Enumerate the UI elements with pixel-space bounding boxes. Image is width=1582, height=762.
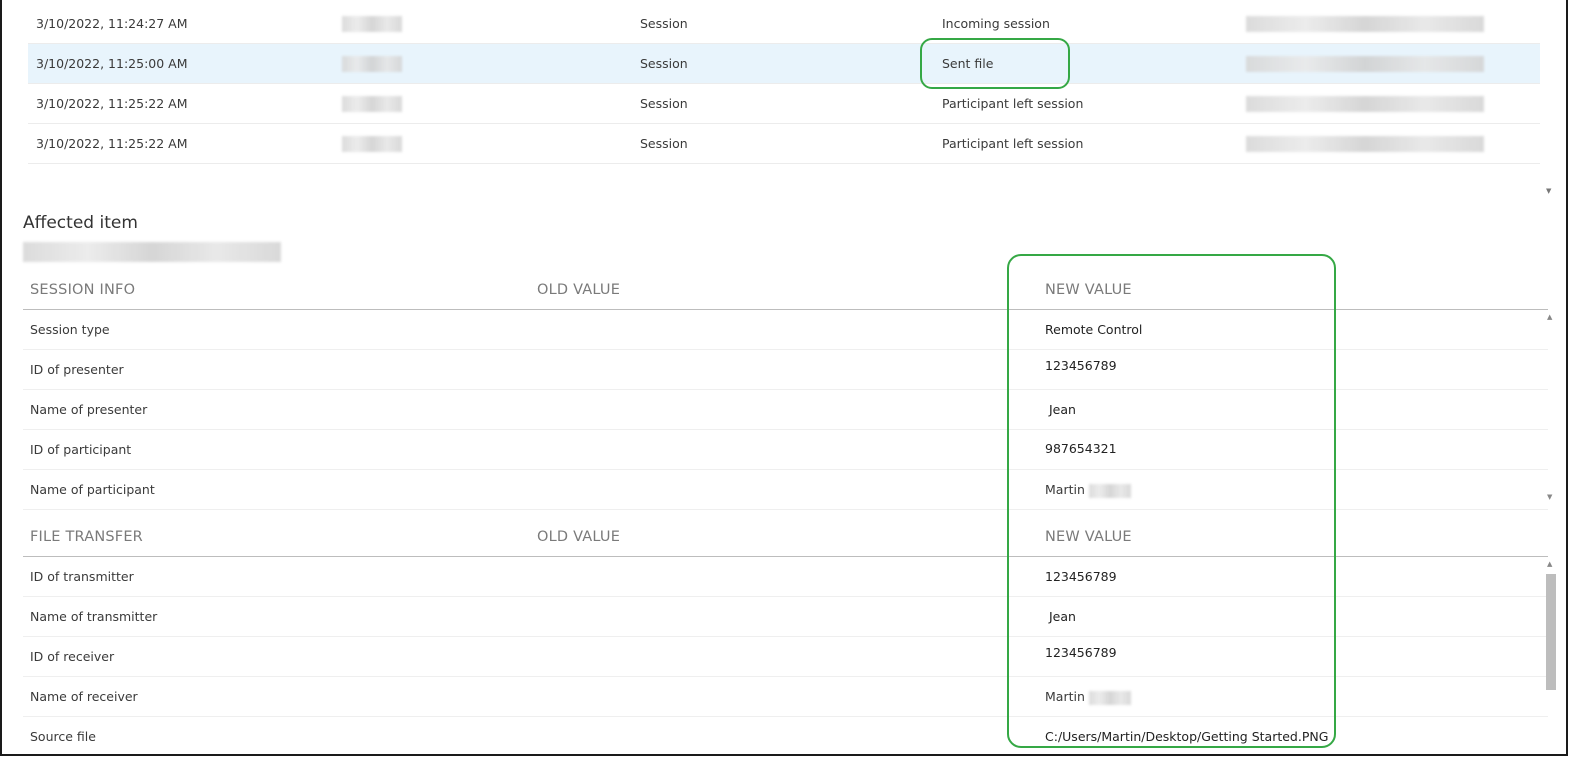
column-header-file-transfer: FILE TRANSFER bbox=[30, 529, 143, 545]
scrollbar-thumb[interactable] bbox=[1546, 574, 1556, 690]
row-key: ID of receiver bbox=[30, 649, 115, 664]
row-key: ID of participant bbox=[30, 442, 132, 457]
event-date: 3/10/2022, 11:24:27 AM bbox=[36, 16, 188, 31]
redacted-details bbox=[1246, 96, 1484, 112]
event-date: 3/10/2022, 11:25:22 AM bbox=[36, 96, 188, 111]
row-key: Session type bbox=[30, 322, 110, 337]
row-key: Name of participant bbox=[30, 482, 155, 497]
row-key: Name of receiver bbox=[30, 689, 138, 704]
highlight-new-values bbox=[1007, 254, 1336, 748]
event-row[interactable]: 3/10/2022, 11:25:22 AM Session Participa… bbox=[28, 84, 1540, 124]
row-key: ID of transmitter bbox=[30, 569, 134, 584]
event-category: Session bbox=[640, 16, 688, 31]
column-header-old-value: OLD VALUE bbox=[537, 529, 621, 545]
event-action: Participant left session bbox=[942, 96, 1084, 111]
row-key: ID of presenter bbox=[30, 362, 124, 377]
redacted-details bbox=[1246, 56, 1484, 72]
event-row[interactable]: 3/10/2022, 11:24:27 AM Session Incoming … bbox=[28, 4, 1540, 44]
redacted-user bbox=[342, 16, 402, 32]
session-info-scrollbar[interactable] bbox=[1545, 310, 1557, 505]
event-category: Session bbox=[640, 96, 688, 111]
column-header-session-info: SESSION INFO bbox=[30, 282, 136, 298]
event-row[interactable]: 3/10/2022, 11:25:22 AM Session Participa… bbox=[28, 124, 1540, 164]
row-key: Name of presenter bbox=[30, 402, 148, 417]
event-row-selected[interactable]: 3/10/2022, 11:25:00 AM Session Sent file bbox=[28, 44, 1540, 84]
column-header-old-value: OLD VALUE bbox=[537, 282, 621, 298]
event-date: 3/10/2022, 11:25:22 AM bbox=[36, 136, 188, 151]
redacted-item-id bbox=[23, 242, 281, 262]
scroll-up-arrow-icon[interactable]: ▲ bbox=[1547, 560, 1552, 568]
scroll-down-arrow-icon[interactable]: ▼ bbox=[1547, 493, 1552, 501]
redacted-details bbox=[1246, 136, 1484, 152]
event-date: 3/10/2022, 11:25:00 AM bbox=[36, 56, 188, 71]
audit-log-window: 3/10/2022, 11:24:27 AM Session Incoming … bbox=[0, 0, 1568, 756]
redacted-user bbox=[342, 136, 402, 152]
highlight-sent-file bbox=[920, 38, 1070, 89]
event-action: Participant left session bbox=[942, 136, 1084, 151]
affected-item-title: Affected item bbox=[23, 213, 138, 233]
row-key: Name of transmitter bbox=[30, 609, 158, 624]
scroll-up-arrow-icon[interactable]: ▲ bbox=[1547, 313, 1552, 321]
redacted-user bbox=[342, 96, 402, 112]
redacted-details bbox=[1246, 16, 1484, 32]
row-key: Source file bbox=[30, 729, 96, 744]
event-category: Session bbox=[640, 136, 688, 151]
scroll-down-arrow-icon[interactable]: ▼ bbox=[1546, 187, 1551, 195]
event-category: Session bbox=[640, 56, 688, 71]
event-table: 3/10/2022, 11:24:27 AM Session Incoming … bbox=[28, 4, 1540, 164]
redacted-user bbox=[342, 56, 402, 72]
